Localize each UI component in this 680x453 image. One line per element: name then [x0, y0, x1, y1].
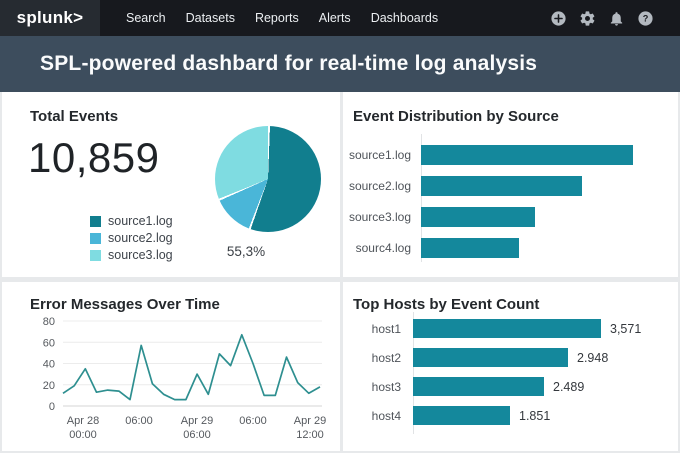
dashboard-header: SPL-powered dashbard for real-time log a…: [0, 36, 680, 92]
bar: [421, 237, 519, 258]
y-tick-label: 40: [43, 359, 55, 371]
bar-category-label: source2.log: [348, 178, 411, 193]
bar-row: source3.log: [343, 201, 678, 232]
bar-row: host4 1.851: [343, 401, 678, 430]
bar-category-label: host2: [371, 350, 401, 365]
pie-chart: [215, 126, 321, 232]
plus-icon[interactable]: [550, 10, 567, 27]
nav-item-search[interactable]: Search: [116, 11, 176, 25]
x-tick-label: 12:00: [296, 429, 324, 441]
bar: [413, 377, 544, 396]
bar-value-label: 2.489: [553, 379, 585, 394]
x-tick-label: 06:00: [239, 415, 267, 427]
svg-text:?: ?: [643, 13, 649, 23]
x-tick-label: Apr 28: [67, 415, 99, 427]
line-chart: 0 20 40 60 80 Apr 28 00:00 06:00 Apr 29 06:00 06:0…: [43, 316, 326, 441]
x-tick-label: Apr 29: [181, 415, 213, 427]
bar-value-label: 1.851: [519, 408, 551, 423]
bar: [421, 175, 582, 196]
bar-row: host3 2.489: [343, 372, 678, 401]
bar-row: source2.log: [343, 170, 678, 201]
panel-title-error-messages: Error Messages Over Time: [30, 296, 220, 313]
bar-category-label: host4: [371, 408, 401, 423]
splunk-logo[interactable]: splunk>: [0, 0, 100, 36]
nav-item-reports[interactable]: Reports: [245, 11, 309, 25]
bar: [413, 406, 510, 425]
help-icon[interactable]: ?: [637, 10, 654, 27]
gear-icon[interactable]: [579, 10, 596, 27]
bar: [413, 348, 568, 367]
y-tick-label: 0: [49, 401, 55, 413]
line-series: [62, 333, 321, 401]
panel-error-messages: Error Messages Over Time 0 20 40 60 80 Apr 28…: [2, 282, 340, 451]
pie-slice-label: 55,3%: [226, 244, 266, 259]
total-events-value: 10,859: [28, 134, 160, 181]
pie-legend: source1.log source2.log source3.log: [90, 214, 173, 265]
bar-category-label: sourc4.log: [355, 240, 411, 255]
bar-row: host2 2.948: [343, 343, 678, 372]
legend-item: source3.log: [90, 248, 173, 262]
y-tick-label: 80: [43, 316, 55, 328]
bar: [413, 319, 601, 338]
legend-item: source2.log: [90, 231, 173, 245]
bar-value-label: 2.948: [577, 350, 609, 365]
nav-item-alerts[interactable]: Alerts: [309, 11, 361, 25]
bar-value-label: 3,571: [610, 321, 642, 336]
y-tick-label: 20: [43, 380, 55, 392]
nav-item-datasets[interactable]: Datasets: [176, 11, 245, 25]
dashboard-title: SPL-powered dashbard for real-time log a…: [40, 52, 538, 75]
bar-row: sourc4.log: [343, 232, 678, 263]
nav-icon-group: ?: [550, 0, 680, 36]
bar-category-label: host3: [371, 379, 401, 394]
bar-category-label: host1: [371, 321, 401, 336]
splunk-logo-text: splunk>: [16, 8, 84, 27]
x-tick-label: Apr 29: [294, 415, 326, 427]
legend-label: source1.log: [108, 214, 173, 228]
legend-label: source2.log: [108, 231, 173, 245]
x-tick-label: 06:00: [125, 415, 153, 427]
x-tick-label: 06:00: [183, 429, 211, 441]
nav-item-dashboards[interactable]: Dashboards: [361, 11, 448, 25]
host-bar-chart: host1 3,571 host2 2.948 host3 2.489 host4 1.851: [343, 314, 678, 430]
bar-row: source1.log: [343, 139, 678, 170]
panel-event-distribution: Event Distribution by Source source1.log…: [343, 92, 678, 277]
panel-title-top-hosts: Top Hosts by Event Count: [353, 296, 540, 313]
bar-row: host1 3,571: [343, 314, 678, 343]
x-tick-label: 00:00: [69, 429, 97, 441]
bell-icon[interactable]: [608, 10, 625, 27]
y-tick-label: 60: [43, 337, 55, 349]
legend-swatch: [90, 215, 101, 227]
dashboard-grid: Total Events 10,859 source1.log source2.l…: [0, 92, 680, 453]
bar: [421, 144, 633, 165]
legend-label: source3.log: [108, 248, 173, 262]
panel-title-event-distribution: Event Distribution by Source: [353, 108, 559, 125]
top-nav: splunk> Search Datasets Reports Alerts D…: [0, 0, 680, 36]
legend-swatch: [90, 249, 101, 261]
panel-title-total-events: Total Events: [30, 108, 119, 125]
panel-total-events: Total Events 10,859 source1.log source2.l…: [2, 92, 340, 277]
legend-swatch: [90, 232, 101, 244]
panel-top-hosts: Top Hosts by Event Count host1 3,571 host2…: [343, 282, 678, 451]
bar-category-label: source1.log: [348, 147, 411, 162]
bar: [421, 206, 535, 227]
source-bar-chart: source1.log source2.log source3.log sourc4.…: [343, 139, 678, 263]
bar-category-label: source3.log: [348, 209, 411, 224]
nav-menu: Search Datasets Reports Alerts Dashboard…: [116, 0, 448, 36]
legend-item: source1.log: [90, 214, 173, 228]
